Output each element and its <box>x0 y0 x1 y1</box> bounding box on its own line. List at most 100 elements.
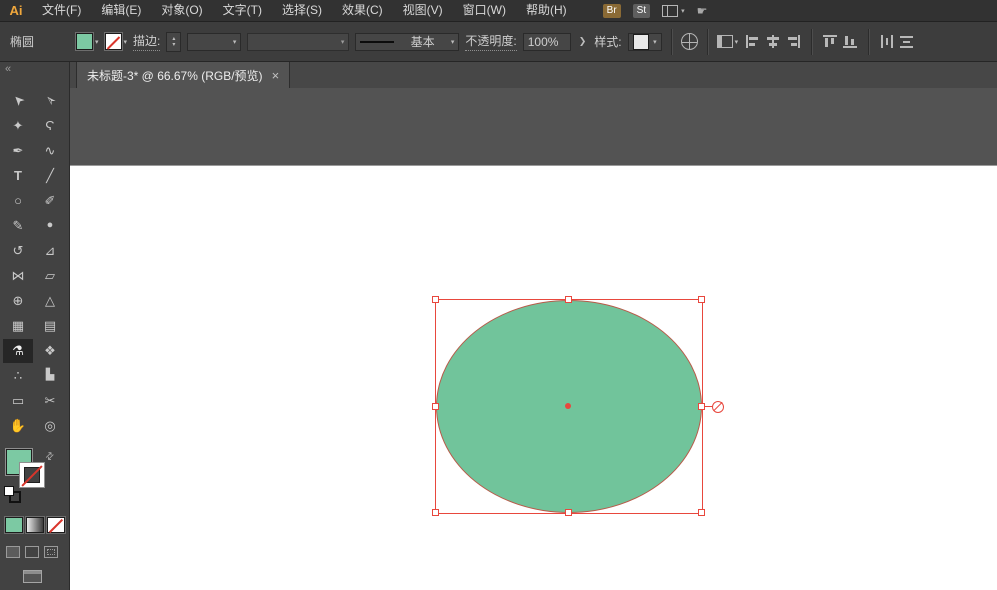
align-right-icon[interactable] <box>786 35 801 48</box>
menu-window[interactable]: 窗口(W) <box>453 0 516 22</box>
artboard-icon: ▭ <box>11 393 25 408</box>
shape-builder-tool[interactable]: ⊕ <box>3 289 33 313</box>
control-bar: 椭圆 ▾ ▾ 描边: ▴ ▾ ▾ ▾ 基本 ▾ 不透明度: 100% ❯ 样式:… <box>0 22 997 62</box>
menu-object[interactable]: 对象(O) <box>151 0 212 22</box>
hand-icon[interactable]: ☛ <box>697 4 708 18</box>
opacity-input[interactable]: 100% <box>522 32 571 51</box>
swap-fill-stroke-icon[interactable]: ⇄ <box>43 450 57 464</box>
perspective-grid-tool[interactable]: △ <box>35 289 65 313</box>
stroke-weight-dropdown[interactable]: ▾ <box>187 32 242 51</box>
align-left-icon[interactable] <box>746 35 760 48</box>
bridge-button[interactable]: Br <box>602 3 621 18</box>
divider <box>811 28 813 55</box>
distribute-vertical-icon[interactable] <box>900 35 914 48</box>
workspace-switcher-button[interactable]: ▾ <box>662 4 685 17</box>
document-setup-button[interactable]: ▾ <box>716 35 738 48</box>
menu-type[interactable]: 文字(T) <box>213 0 272 22</box>
center-point-indicator <box>565 403 571 409</box>
variable-width-profile-dropdown[interactable]: ▾ <box>247 32 350 51</box>
symbol-sprayer-tool[interactable]: ∴ <box>3 364 33 388</box>
handle-bottom-left[interactable] <box>432 509 439 516</box>
paint-gradient-button[interactable] <box>26 517 44 533</box>
free-transform-tool[interactable]: ▱ <box>35 264 65 288</box>
line-tool[interactable]: ╱ <box>35 164 65 188</box>
zoom-tool[interactable]: ◎ <box>35 414 65 438</box>
mesh-tool[interactable]: ▦ <box>3 314 33 338</box>
selection-tool[interactable]: ➤ <box>3 89 33 113</box>
handle-middle-right[interactable] <box>698 403 705 410</box>
paint-none-button[interactable] <box>47 517 65 533</box>
reshape-widget-icon[interactable] <box>712 401 724 413</box>
type-tool[interactable]: T <box>3 164 33 188</box>
column-graph-tool[interactable]: ▙ <box>35 364 65 388</box>
handle-top-right[interactable] <box>698 296 705 303</box>
width-tool[interactable]: ⋈ <box>3 264 33 288</box>
handle-top-middle[interactable] <box>565 296 572 303</box>
stroke-panel-link[interactable]: 描边: <box>133 32 161 51</box>
lasso-tool[interactable]: Ϛ <box>35 114 65 138</box>
handle-top-left[interactable] <box>432 296 439 303</box>
paintbrush-tool[interactable]: ✐ <box>35 189 65 213</box>
pen-tool[interactable]: ✒ <box>3 139 33 163</box>
graphic-style-dropdown[interactable]: ▾ <box>627 32 662 51</box>
fill-color-button[interactable]: ▾ <box>76 33 99 50</box>
ellipse-tool[interactable]: ○ <box>3 189 33 213</box>
drawing-mode-buttons <box>6 546 58 558</box>
align-center-horizontal-icon[interactable] <box>766 35 780 48</box>
menubar: Ai 文件(F) 编辑(E) 对象(O) 文字(T) 选择(S) 效果(C) 视… <box>0 0 997 22</box>
menu-effect[interactable]: 效果(C) <box>332 0 393 22</box>
slice-tool[interactable]: ✂ <box>35 389 65 413</box>
chevron-down-icon: ▾ <box>232 38 237 46</box>
free-transform-icon: ▱ <box>45 268 55 283</box>
opacity-flyout-arrow[interactable]: ❯ <box>577 36 589 47</box>
menu-select[interactable]: 选择(S) <box>272 0 332 22</box>
blend-icon: ❖ <box>44 343 56 358</box>
document-tab[interactable]: 未标题-3* @ 66.67% (RGB/预览) × <box>76 62 291 88</box>
curvature-tool[interactable]: ∿ <box>35 139 65 163</box>
menu-view[interactable]: 视图(V) <box>393 0 453 22</box>
handle-bottom-middle[interactable] <box>565 509 572 516</box>
tools-grid: ➤ ➢ ✦ Ϛ ✒ ∿ T ╱ ○ ✐ ✎ ● ↺ ⊿ ⋈ ▱ ⊕ △ ▦ ▤ … <box>2 88 66 438</box>
gradient-tool[interactable]: ▤ <box>35 314 65 338</box>
scale-tool[interactable]: ⊿ <box>35 239 65 263</box>
stepper-down-icon[interactable]: ▾ <box>172 42 175 48</box>
stroke-color-proxy[interactable] <box>19 462 45 488</box>
align-bottom-icon[interactable] <box>843 35 858 48</box>
pencil-tool[interactable]: ✎ <box>3 214 33 238</box>
draw-inside-button[interactable] <box>44 546 58 558</box>
stroke-weight-stepper[interactable]: ▴ ▾ <box>166 31 182 52</box>
collapse-panel-icon[interactable]: « <box>5 63 11 75</box>
distribute-horizontal-icon[interactable] <box>880 35 894 48</box>
stroke-color-button[interactable]: ▾ <box>104 33 127 50</box>
hand-tool[interactable]: ✋ <box>3 414 33 438</box>
symbol-sprayer-icon: ∴ <box>13 368 23 383</box>
opacity-panel-link[interactable]: 不透明度: <box>465 32 517 51</box>
handle-bottom-right[interactable] <box>698 509 705 516</box>
blend-tool[interactable]: ❖ <box>35 339 65 363</box>
magic-wand-tool[interactable]: ✦ <box>3 114 33 138</box>
draw-normal-button[interactable] <box>6 546 20 558</box>
handle-middle-left[interactable] <box>432 403 439 410</box>
direct-selection-tool[interactable]: ➢ <box>35 89 65 113</box>
draw-behind-button[interactable] <box>25 546 39 558</box>
menu-file[interactable]: 文件(F) <box>32 0 91 22</box>
recolor-artwork-icon[interactable] <box>680 33 698 50</box>
stock-button[interactable]: St <box>632 3 651 18</box>
artboard-tool[interactable]: ▭ <box>3 389 33 413</box>
paint-color-button[interactable] <box>5 517 23 533</box>
eyedropper-tool[interactable]: ⚗ <box>3 338 33 363</box>
ellipse-icon: ○ <box>14 193 22 208</box>
rotate-tool[interactable]: ↺ <box>3 239 33 263</box>
menu-help[interactable]: 帮助(H) <box>516 0 577 22</box>
brush-stroke-preview-icon <box>360 40 395 43</box>
align-top-icon[interactable] <box>823 35 838 48</box>
blob-brush-tool[interactable]: ● <box>35 214 65 238</box>
divider <box>868 28 870 55</box>
default-fill-stroke-button[interactable] <box>4 486 21 503</box>
style-swatch-icon <box>632 33 649 50</box>
menu-edit[interactable]: 编辑(E) <box>91 0 151 22</box>
screen-mode-button[interactable] <box>23 570 42 583</box>
brush-definition-dropdown[interactable]: 基本 ▾ <box>355 32 460 51</box>
close-icon[interactable]: × <box>272 69 280 82</box>
slice-icon: ✂ <box>44 393 56 408</box>
